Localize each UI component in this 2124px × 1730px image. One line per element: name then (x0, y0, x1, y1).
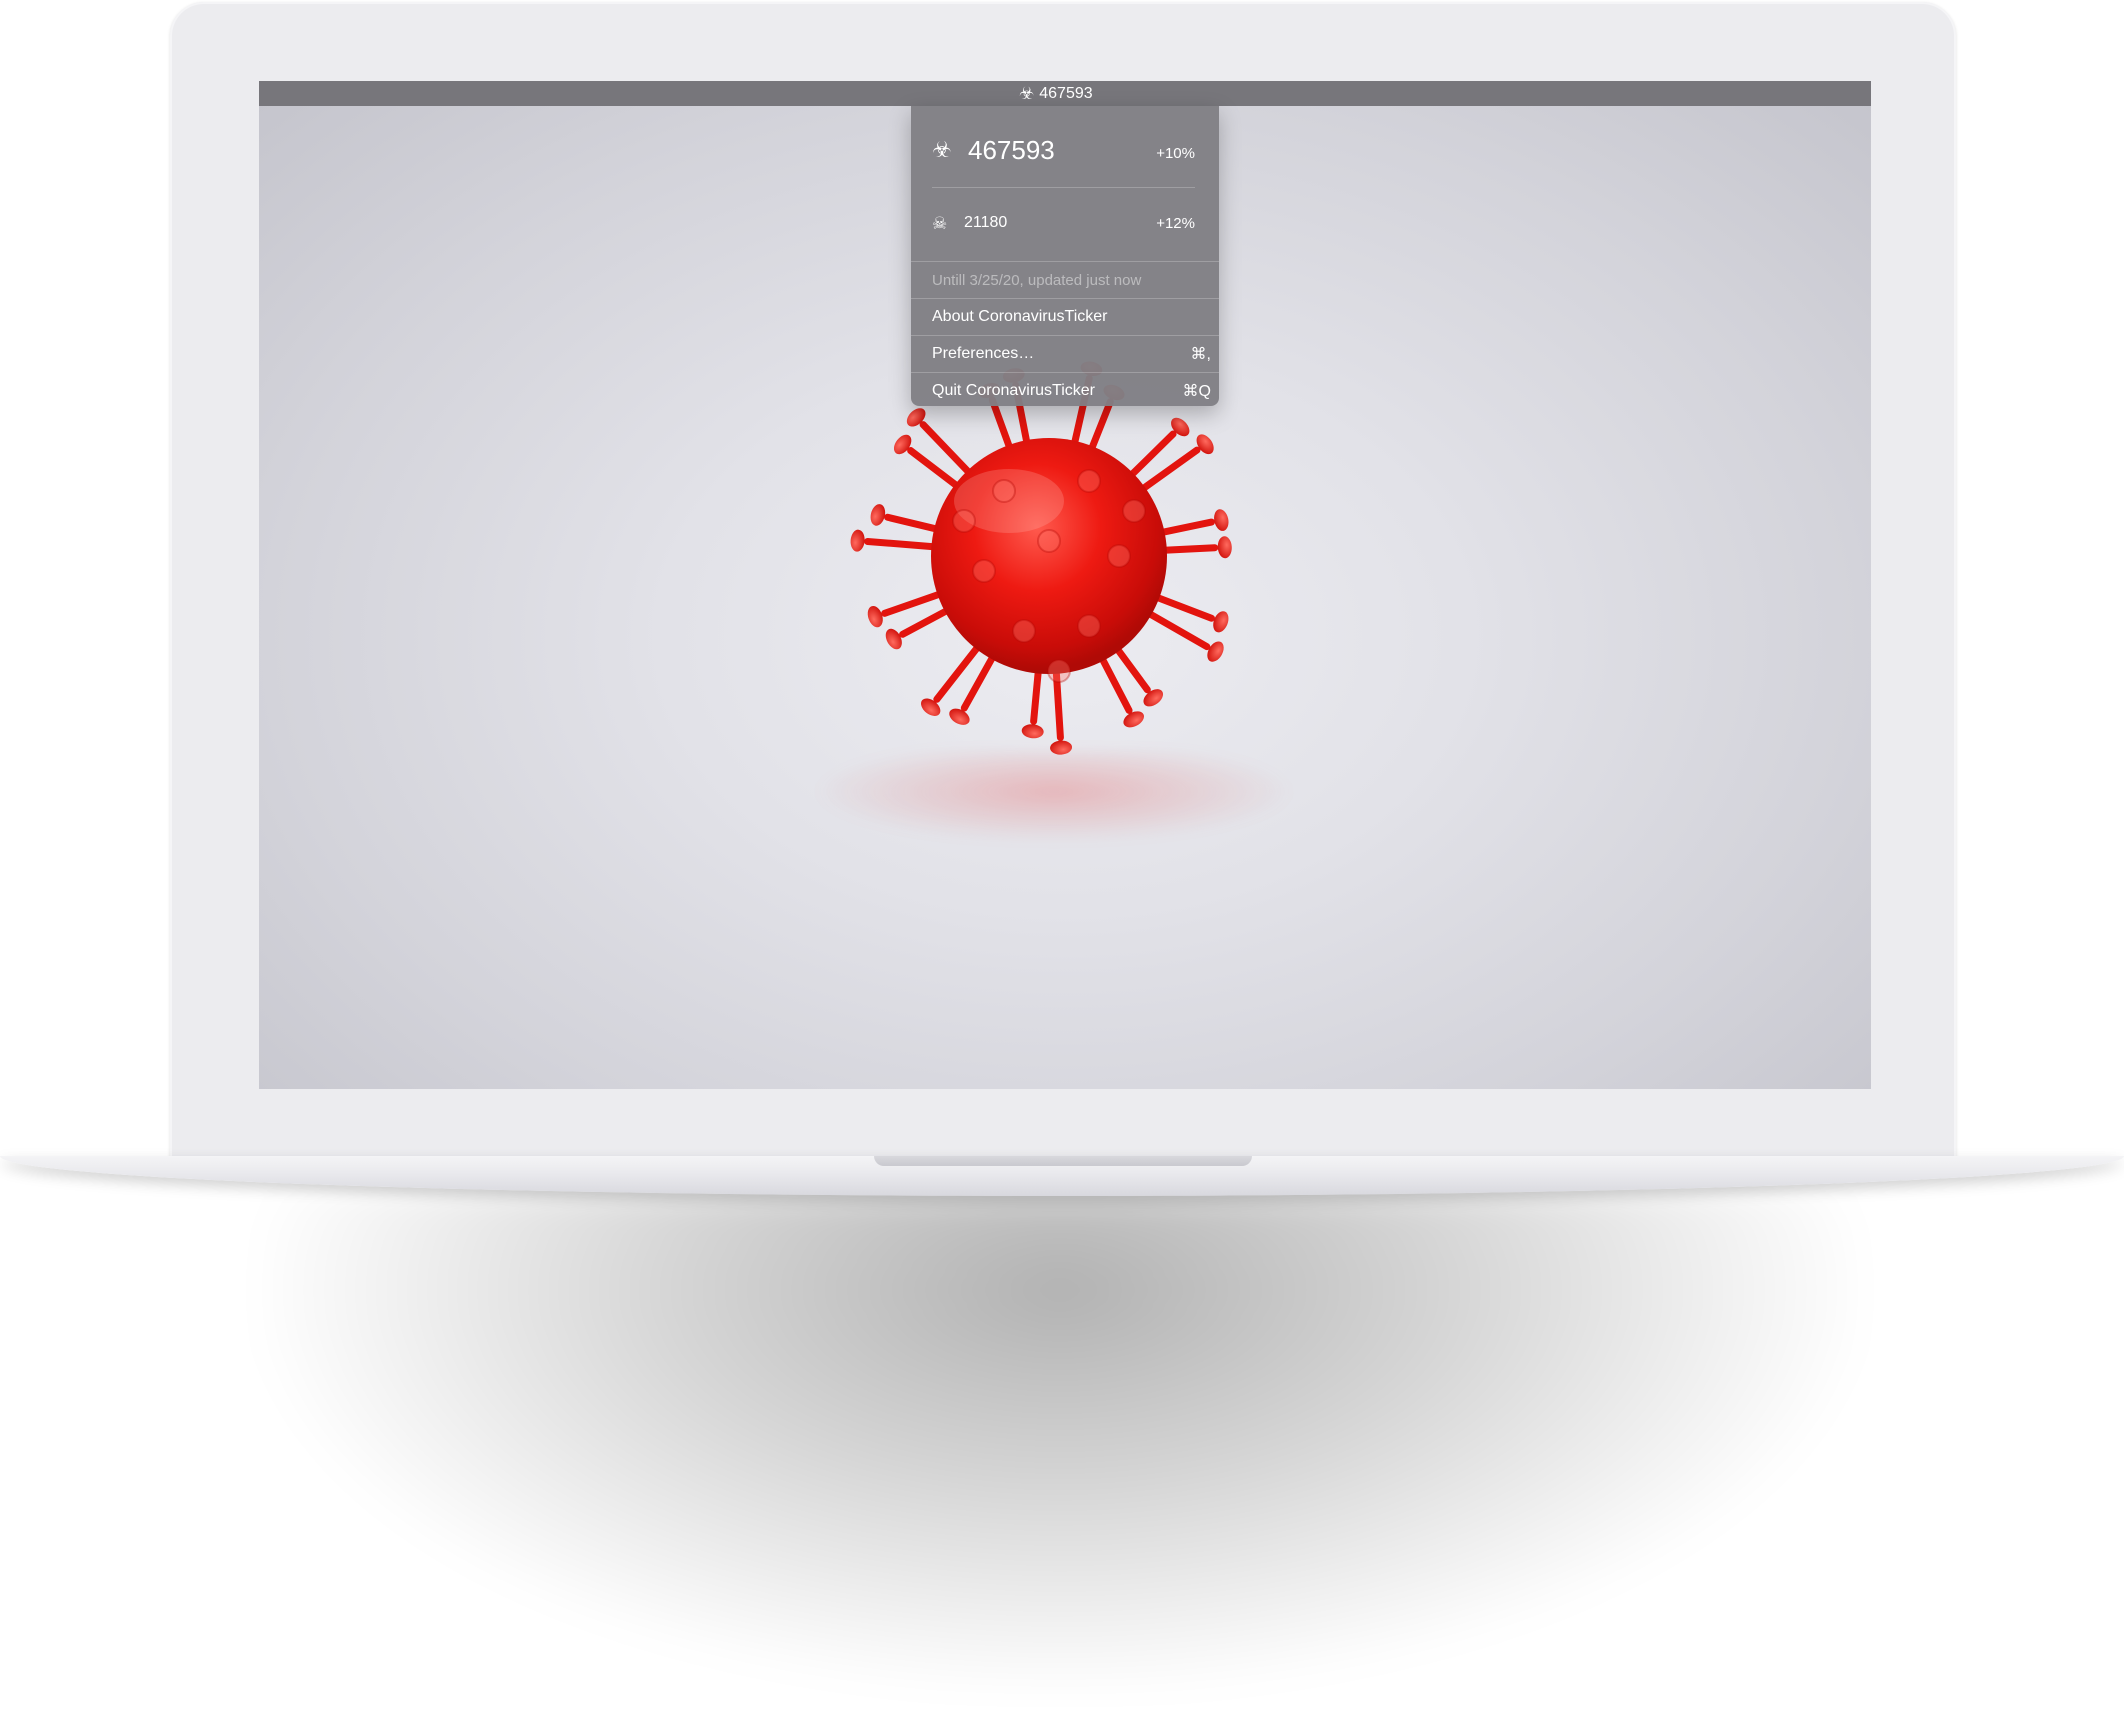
menu-item-preferences-shortcut: ⌘, (1190, 346, 1211, 363)
biohazard-icon: ☣ (1019, 84, 1035, 103)
menu-item-about[interactable]: About CoronavirusTicker (932, 299, 1211, 335)
menu-item-about-label: About CoronavirusTicker (932, 308, 1108, 325)
virus-spike-head (867, 605, 883, 628)
device-mockup: ☣ 467593 ☣ 467593 +10% ☠ 21180 +12% Unti… (0, 0, 2124, 1730)
virus-spike-head (850, 529, 865, 552)
menu-bar: ☣ 467593 (259, 81, 1871, 106)
virus-surface-bump (1047, 659, 1071, 683)
menu-item-quit-label: Quit CoronavirusTicker (932, 382, 1096, 399)
virus-spike-head (870, 504, 886, 526)
deaths-row: ☠ 21180 +12% (932, 208, 1195, 238)
biohazard-icon: ☣ (932, 137, 952, 162)
status-item-coronavirus-ticker[interactable]: ☣ 467593 (1019, 81, 1093, 106)
virus-spike-head (1217, 536, 1232, 559)
laptop-hinge-notch (874, 1156, 1252, 1166)
menu-item-preferences-label: Preferences… (932, 345, 1035, 362)
virus-surface-bump (1037, 529, 1061, 553)
menu-item-preferences[interactable]: Preferences… ⌘, (932, 336, 1211, 372)
status-item-value: 467593 (1039, 84, 1093, 102)
skull-icon: ☠ (932, 213, 948, 233)
laptop-screen: ☣ 467593 ☣ 467593 +10% ☠ 21180 +12% Unti… (259, 81, 1871, 1089)
virus-body (931, 438, 1167, 674)
separator (932, 187, 1195, 188)
virus-spike-head (1213, 611, 1229, 633)
virus-spike-head (1123, 711, 1144, 728)
menu-item-quit-shortcut: ⌘Q (1182, 383, 1211, 400)
cases-count: 467593 (968, 134, 1055, 165)
virus-spike-stalk (864, 537, 945, 551)
virus-surface-bump (952, 509, 976, 533)
cases-row: ☣ 467593 +10% (932, 131, 1195, 169)
virus-spike-head (1021, 724, 1044, 739)
virus-spike-head (885, 628, 902, 650)
menu-item-quit[interactable]: Quit CoronavirusTicker ⌘Q (932, 373, 1211, 406)
virus-surface-bump (1122, 499, 1146, 523)
deaths-count: 21180 (964, 214, 1008, 231)
virus-surface-bump (1012, 619, 1036, 643)
virus-spike-head (1050, 740, 1073, 755)
virus-surface-bump (1107, 544, 1131, 568)
deaths-change: +12% (1156, 214, 1195, 232)
cases-change: +10% (1156, 144, 1195, 162)
virus-surface-bump (992, 479, 1016, 503)
update-status-label: Untill 3/25/20, updated just now (932, 271, 1142, 289)
virus-spike-head (949, 708, 970, 725)
virus-spike-head (1214, 509, 1229, 531)
status-dropdown-menu: ☣ 467593 +10% ☠ 21180 +12% Untill 3/25/2… (911, 106, 1219, 406)
virus-spike-head (1207, 641, 1224, 662)
virus-surface-bump (1077, 469, 1101, 493)
laptop-shadow (260, 1190, 1860, 1690)
virus-surface-bump (972, 559, 996, 583)
virus-surface-bump (1077, 614, 1101, 638)
